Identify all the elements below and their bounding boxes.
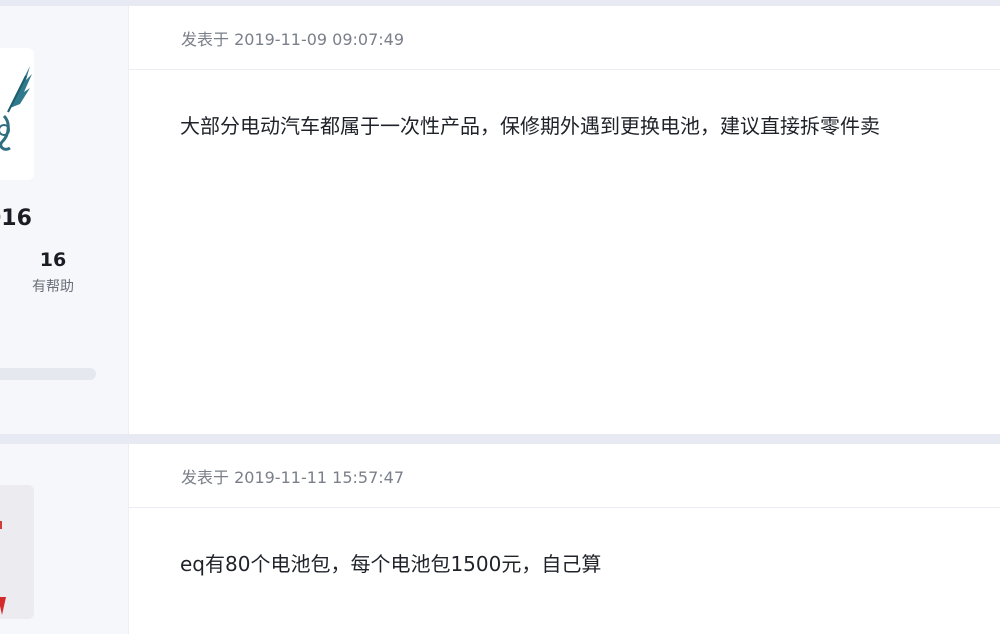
avatar-icon — [0, 485, 34, 619]
author-name[interactable]: 016 — [0, 206, 32, 231]
level-progress-bar — [0, 368, 96, 380]
post-content: 发表于 2019-11-11 15:57:47 eq有80个电池包，每个电池包1… — [129, 444, 1000, 634]
helpful-count: 16 — [39, 249, 67, 271]
author-sidebar: 016 16 有帮助 — [0, 6, 129, 434]
helpful-label: 有帮助 — [32, 279, 74, 295]
post-2: 发表于 2019-11-11 15:57:47 eq有80个电池包，每个电池包1… — [0, 444, 1000, 634]
post-timestamp: 发表于 2019-11-09 09:07:49 — [129, 6, 1000, 70]
post-1: 016 16 有帮助 发表于 2019-11-09 09:07:49 大部分电动… — [0, 6, 1000, 434]
post-text: eq有80个电池包，每个电池包1500元，自己算 — [180, 552, 602, 576]
post-content: 发表于 2019-11-09 09:07:49 大部分电动汽车都属于一次性产品，… — [129, 6, 1000, 434]
author-avatar[interactable] — [0, 48, 34, 180]
author-sidebar — [0, 444, 129, 634]
post-timestamp: 发表于 2019-11-11 15:57:47 — [129, 444, 1000, 508]
winged-emblem-icon — [0, 66, 32, 151]
author-avatar[interactable] — [0, 485, 34, 619]
post-text: 大部分电动汽车都属于一次性产品，保修期外遇到更换电池，建议直接拆零件卖 — [180, 114, 880, 138]
